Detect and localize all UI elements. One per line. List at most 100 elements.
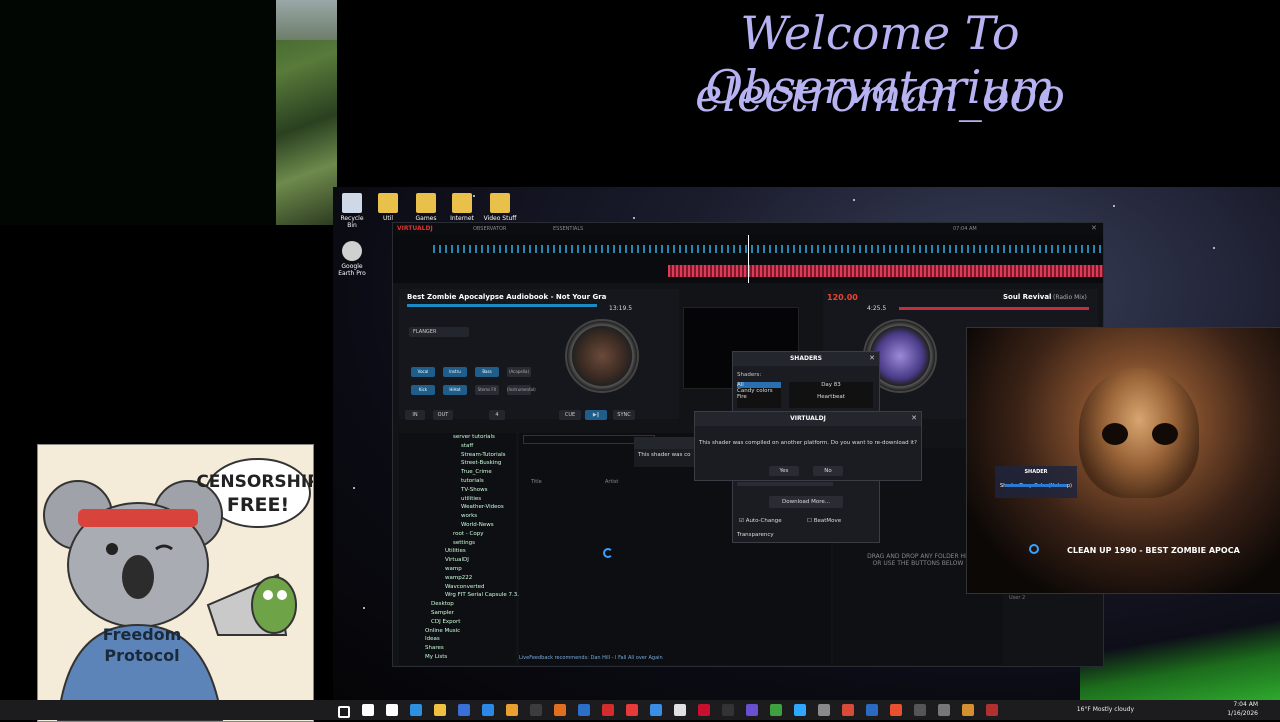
jog-wheel-left[interactable] xyxy=(565,319,639,393)
desktop-icon-util[interactable]: Util xyxy=(371,193,405,222)
chrome-icon[interactable] xyxy=(506,704,518,716)
tree-item[interactable]: Utilities xyxy=(399,547,516,556)
pad-stems-fx[interactable]: Stems FX xyxy=(475,385,499,395)
shader-row[interactable] xyxy=(737,482,833,486)
app-icon[interactable] xyxy=(938,704,950,716)
edge-icon[interactable] xyxy=(410,704,422,716)
confirm-dialog-message: This shader was compiled on another plat… xyxy=(699,440,917,446)
loop-out-button[interactable]: OUT xyxy=(433,410,453,420)
app-icon[interactable] xyxy=(890,704,902,716)
obs-icon[interactable] xyxy=(530,704,542,716)
clock-time[interactable]: 7:04 AM xyxy=(1233,701,1258,708)
app-icon[interactable] xyxy=(746,704,758,716)
explorer-icon[interactable] xyxy=(434,704,446,716)
desktop-icon-google-earth[interactable]: Google Earth Pro xyxy=(335,241,369,277)
pad-instrumental[interactable]: (Instrumental) xyxy=(507,385,536,395)
desktop-icon-games[interactable]: Games xyxy=(409,193,443,222)
vlc-icon[interactable] xyxy=(554,704,566,716)
effect-select[interactable]: FLANGER xyxy=(409,327,469,337)
app-icon[interactable] xyxy=(626,704,638,716)
mail-icon[interactable] xyxy=(482,704,494,716)
yes-button[interactable]: Yes xyxy=(769,466,799,476)
tree-item[interactable]: root - Copy xyxy=(399,530,516,539)
app-icon[interactable] xyxy=(986,704,998,716)
pad-bass[interactable]: Bass xyxy=(475,367,499,377)
no-button[interactable]: No xyxy=(813,466,843,476)
tree-item[interactable]: Online Music xyxy=(399,627,516,636)
tree-item[interactable]: TV-Shows xyxy=(399,486,516,495)
tree-item[interactable]: Street-Busking xyxy=(399,459,516,468)
weather-widget[interactable]: 16°F Mostly cloudy xyxy=(1077,706,1134,713)
app-icon[interactable] xyxy=(794,704,806,716)
store-icon[interactable] xyxy=(458,704,470,716)
tree-item[interactable]: True_Crime xyxy=(399,468,516,477)
desktop-icon-video-stuff[interactable]: Video Stuff xyxy=(483,193,517,222)
sync-button[interactable]: SYNC xyxy=(613,410,635,420)
cue-button[interactable]: CUE xyxy=(559,410,581,420)
close-icon[interactable]: ✕ xyxy=(1091,224,1097,232)
pad-acapella[interactable]: (Acapella) xyxy=(507,367,531,377)
tree-item[interactable]: wamp222 xyxy=(399,574,516,583)
loop-in-button[interactable]: IN xyxy=(405,410,425,420)
tree-item[interactable]: World-News xyxy=(399,521,516,530)
tree-item[interactable]: Wavconverted xyxy=(399,583,516,592)
pad-kick[interactable]: Kick xyxy=(411,385,435,395)
app-icon[interactable] xyxy=(842,704,854,716)
app-icon[interactable] xyxy=(650,704,662,716)
pad-instru[interactable]: Instru xyxy=(443,367,467,377)
tree-item[interactable]: Wrg FIT Serial Capsule 7.3.5 xyxy=(399,591,523,600)
app-icon[interactable] xyxy=(602,704,614,716)
tree-item[interactable]: Ideas xyxy=(399,635,516,644)
tree-item[interactable]: works xyxy=(399,512,516,521)
clock-date[interactable]: 1/16/2026 xyxy=(1227,710,1258,717)
taskview-icon[interactable] xyxy=(386,704,398,716)
deck-left-title: Best Zombie Apocalypse Audiobook - Not Y… xyxy=(407,293,607,301)
tree-item[interactable]: server tutorials xyxy=(399,433,516,442)
tree-item[interactable]: Sampler xyxy=(399,609,516,618)
column-artist[interactable]: Artist xyxy=(605,479,618,485)
tree-item[interactable]: VirtualDJ xyxy=(399,556,516,565)
desktop-icon-internet[interactable]: Internet xyxy=(445,193,479,222)
shader-list[interactable]: Day 83 Heartbeat xyxy=(789,382,873,408)
loop-size[interactable]: 4 xyxy=(489,410,505,420)
close-icon[interactable]: ✕ xyxy=(869,354,875,362)
tab-observatory[interactable]: OBSERVATOR xyxy=(473,226,506,232)
deck-left-progress[interactable] xyxy=(407,304,597,307)
tree-item[interactable]: Shares xyxy=(399,644,516,653)
app-icon[interactable] xyxy=(770,704,782,716)
pad-hihat[interactable]: HiHat xyxy=(443,385,467,395)
tree-item[interactable]: staff xyxy=(399,442,516,451)
tree-item[interactable]: Desktop xyxy=(399,600,516,609)
deck-right-progress[interactable] xyxy=(899,307,1089,310)
app-icon[interactable] xyxy=(818,704,830,716)
app-icon[interactable] xyxy=(578,704,590,716)
close-icon[interactable]: ✕ xyxy=(911,414,917,422)
tree-item[interactable]: utilities xyxy=(399,495,516,504)
windows-icon[interactable] xyxy=(338,706,350,718)
tree-item[interactable]: tutorials xyxy=(399,477,516,486)
app-icon[interactable] xyxy=(914,704,926,716)
app-icon[interactable] xyxy=(962,704,974,716)
shader-category-list[interactable]: All Candy colors Fire xyxy=(737,382,781,408)
tree-item[interactable]: Stream-Tutorials xyxy=(399,451,516,460)
desktop-icon-recycle-bin[interactable]: Recycle Bin xyxy=(335,193,369,229)
play-button[interactable]: ▶‖ xyxy=(585,410,607,420)
censorship-free-poster: CENSORSHIP FREE! Freedom Protocol xyxy=(37,444,314,722)
pad-vocal[interactable]: Vocal xyxy=(411,367,435,377)
tree-item[interactable]: CDJ Export xyxy=(399,618,516,627)
column-title[interactable]: Title xyxy=(531,479,542,485)
tree-item[interactable]: wamp xyxy=(399,565,516,574)
tree-item[interactable]: Weather-Videos xyxy=(399,503,516,512)
app-icon[interactable] xyxy=(722,704,734,716)
app-icon[interactable] xyxy=(674,704,686,716)
folder-tree[interactable]: server tutorials staff Stream-Tutorials … xyxy=(399,433,523,665)
layout-select[interactable]: ESSENTIALS xyxy=(553,226,583,232)
tree-item[interactable]: My Lists xyxy=(399,653,516,662)
download-more-button[interactable]: Download More... xyxy=(769,496,843,508)
beatmove-checkbox[interactable]: ☐ BeatMove xyxy=(807,518,841,524)
auto-change-checkbox[interactable]: ☑ Auto-Change xyxy=(739,518,782,524)
tree-item[interactable]: settings xyxy=(399,539,516,548)
app-icon[interactable] xyxy=(698,704,710,716)
app-icon[interactable] xyxy=(866,704,878,716)
search-icon[interactable] xyxy=(362,704,374,716)
